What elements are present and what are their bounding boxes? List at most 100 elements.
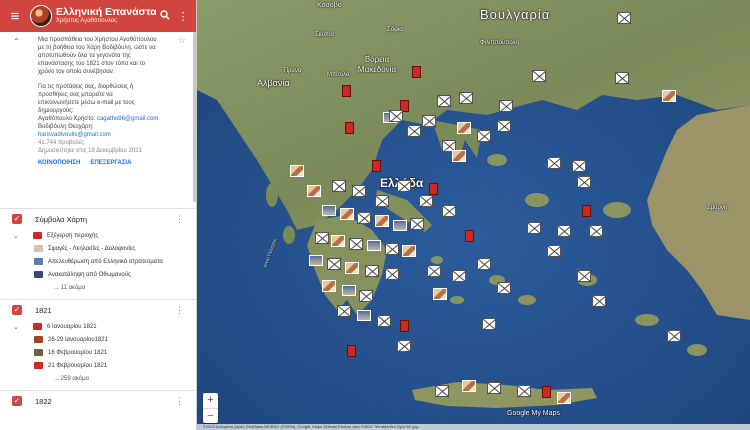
event-marker[interactable] (547, 245, 561, 257)
event-image-marker[interactable] (662, 90, 676, 102)
zoom-out-button[interactable]: − (203, 408, 218, 423)
event-marker[interactable] (327, 258, 341, 270)
event-marker[interactable] (499, 100, 513, 112)
event-marker[interactable] (487, 382, 501, 394)
layer-menu-icon[interactable]: ⋮ (175, 396, 184, 407)
event-marker[interactable] (615, 72, 629, 84)
legend-item[interactable]: 26-29 Ιανουαρίου1821 (0, 333, 196, 346)
event-image-marker[interactable] (452, 150, 466, 162)
event-marker[interactable] (617, 12, 631, 24)
event-marker[interactable] (375, 195, 389, 207)
event-marker[interactable] (477, 258, 491, 270)
event-marker[interactable] (557, 225, 571, 237)
event-marker[interactable] (427, 265, 441, 277)
event-marker[interactable] (385, 268, 399, 280)
event-marker[interactable] (410, 218, 424, 230)
legend-item[interactable]: Σφαγές - Λεηλασίες - Δολοφονίες (0, 242, 196, 255)
event-image-marker[interactable] (375, 215, 389, 227)
flag-marker[interactable] (345, 122, 354, 134)
layer-menu-icon[interactable]: ⋮ (175, 214, 184, 225)
flag-marker[interactable] (347, 345, 356, 357)
event-marker[interactable] (667, 330, 681, 342)
layer-checkbox[interactable]: ✓ (12, 396, 22, 406)
event-marker[interactable] (377, 315, 391, 327)
flag-marker[interactable] (542, 386, 551, 398)
flag-marker[interactable] (412, 66, 421, 78)
event-image-marker[interactable] (340, 208, 354, 220)
star-icon[interactable]: ☆ (178, 36, 186, 45)
event-image-marker[interactable] (462, 380, 476, 392)
menu-icon[interactable]: ≡ (4, 5, 26, 27)
legend-item[interactable]: Ανακατάληψη από Οθωμανούς (0, 268, 196, 281)
event-marker[interactable] (332, 180, 346, 192)
event-marker[interactable] (337, 305, 351, 317)
event-marker[interactable] (477, 130, 491, 142)
event-marker[interactable] (572, 160, 586, 172)
event-marker[interactable] (482, 318, 496, 330)
flag-marker[interactable] (342, 85, 351, 97)
event-marker[interactable] (497, 282, 511, 294)
legend-item[interactable]: 21 Φεβρουαρίου 1821 (0, 359, 196, 372)
event-image-marker[interactable] (367, 240, 381, 251)
flag-marker[interactable] (465, 230, 474, 242)
event-marker[interactable] (365, 265, 379, 277)
chevron-down-icon[interactable]: ⌄ (13, 232, 33, 240)
flag-marker[interactable] (582, 205, 591, 217)
event-marker[interactable] (547, 157, 561, 169)
event-marker[interactable] (315, 232, 329, 244)
event-marker[interactable] (592, 295, 606, 307)
event-marker[interactable] (407, 125, 421, 137)
event-image-marker[interactable] (557, 392, 571, 404)
event-marker[interactable] (349, 238, 363, 250)
email-link[interactable]: harisvadivoulis@gmail.com (38, 132, 111, 138)
event-image-marker[interactable] (345, 262, 359, 274)
event-marker[interactable] (527, 222, 541, 234)
event-image-marker[interactable] (309, 255, 323, 266)
event-marker[interactable] (385, 243, 399, 255)
event-marker[interactable] (589, 225, 603, 237)
show-more-link[interactable]: ... 259 ακόμα (0, 372, 196, 385)
event-marker[interactable] (389, 110, 403, 122)
legend-item[interactable]: Απελευθέρωση από Ελληνικά στρατεύματα (0, 255, 196, 268)
more-options-icon[interactable]: ⋮ (174, 10, 192, 23)
event-image-marker[interactable] (433, 288, 447, 300)
share-button[interactable]: ΚΟΙΝΟΠΟΙΗΣΗ (38, 159, 80, 167)
event-marker[interactable] (442, 205, 456, 217)
chevron-down-icon[interactable]: ⌄ (13, 323, 33, 331)
show-more-link[interactable]: ... 11 ακόμα (0, 281, 196, 294)
event-marker[interactable] (435, 385, 449, 397)
event-image-marker[interactable] (307, 185, 321, 197)
event-marker[interactable] (357, 212, 371, 224)
flag-marker[interactable] (400, 320, 409, 332)
event-marker[interactable] (419, 195, 433, 207)
event-image-marker[interactable] (393, 220, 407, 231)
layer-menu-icon[interactable]: ⋮ (175, 305, 184, 316)
event-image-marker[interactable] (290, 165, 304, 177)
zoom-in-button[interactable]: + (203, 393, 218, 408)
flag-marker[interactable] (429, 183, 438, 195)
event-marker[interactable] (532, 70, 546, 82)
search-icon[interactable] (156, 9, 174, 23)
event-marker[interactable] (459, 92, 473, 104)
event-marker[interactable] (517, 385, 531, 397)
event-marker[interactable] (352, 185, 366, 197)
chevron-up-icon[interactable]: ⌃ (13, 38, 20, 46)
event-image-marker[interactable] (342, 285, 356, 296)
legend-item[interactable]: 16 Φεβρουαρίου 1821 (0, 346, 196, 359)
email-link[interactable]: cagatho96@gmail.com (97, 116, 158, 122)
event-image-marker[interactable] (331, 235, 345, 247)
event-image-marker[interactable] (357, 310, 371, 321)
event-image-marker[interactable] (457, 122, 471, 134)
event-marker[interactable] (437, 95, 451, 107)
event-image-marker[interactable] (402, 245, 416, 257)
event-marker[interactable] (577, 270, 591, 282)
event-marker[interactable] (497, 120, 511, 132)
flag-marker[interactable] (372, 160, 381, 172)
event-marker[interactable] (359, 290, 373, 302)
event-marker[interactable] (422, 115, 436, 127)
event-marker[interactable] (452, 270, 466, 282)
layer-checkbox[interactable]: ✓ (12, 305, 22, 315)
satellite-map[interactable]: Κόσοβο Βουλγαρία Σόφια Φιλιππούπολη Σκόπ… (197, 0, 750, 430)
event-image-marker[interactable] (322, 205, 336, 216)
event-marker[interactable] (397, 180, 411, 192)
